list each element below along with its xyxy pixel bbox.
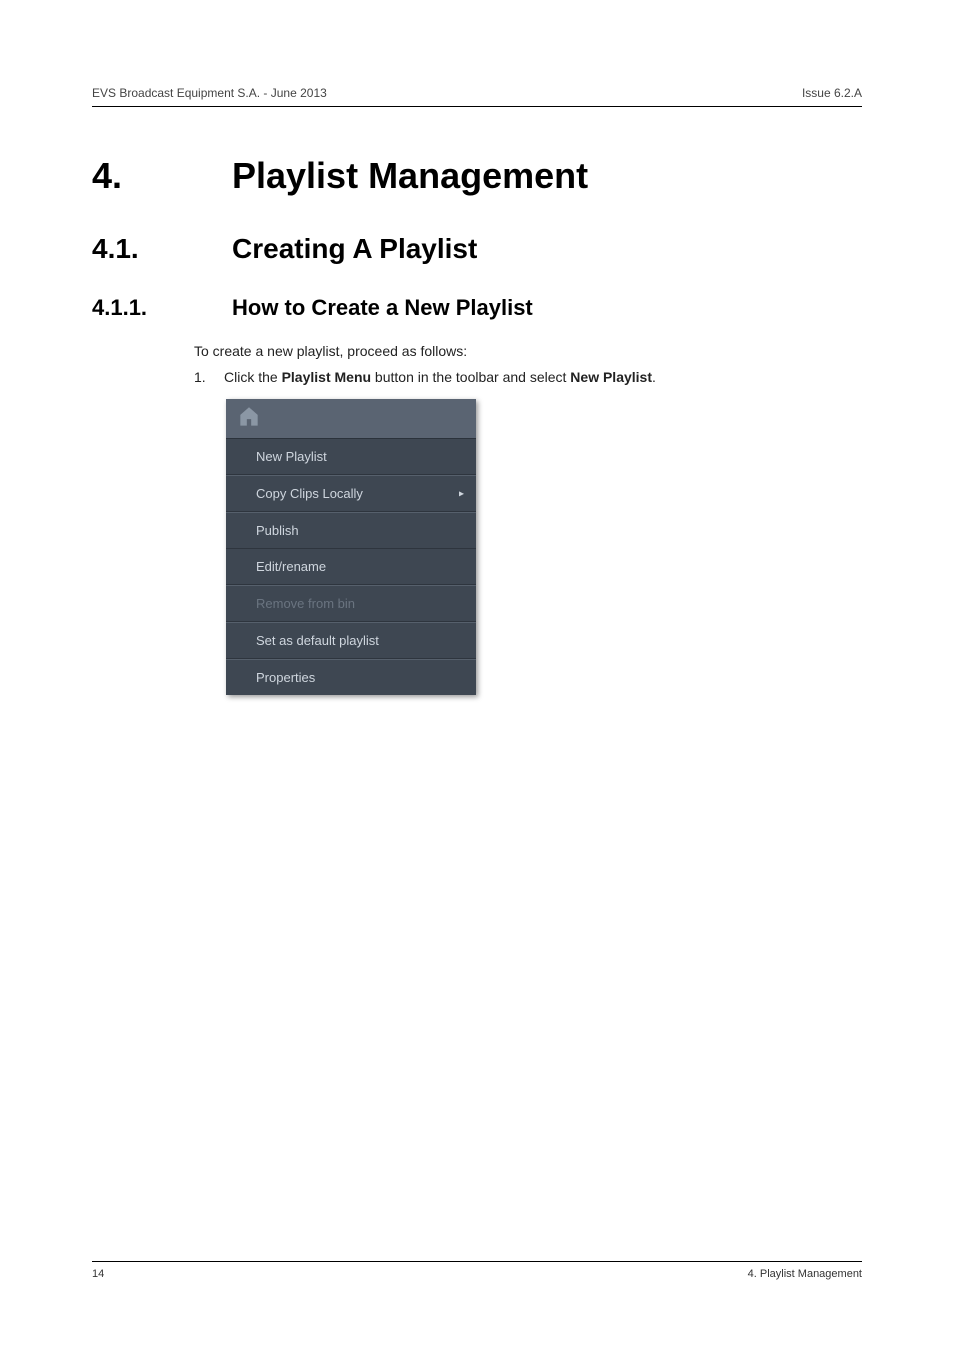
header-left: EVS Broadcast Equipment S.A. - June 2013: [92, 86, 327, 100]
heading-2: 4.1. Creating A Playlist: [92, 233, 862, 265]
menu-item-label: Copy Clips Locally: [256, 486, 363, 501]
menu-item-properties[interactable]: Properties: [226, 659, 476, 695]
step-1-mid: button in the toolbar and select: [371, 369, 570, 385]
step-1-num: 1.: [194, 369, 210, 385]
step-1: 1. Click the Playlist Menu button in the…: [194, 369, 862, 385]
menu-header-bar: [226, 399, 476, 439]
menu-item-set-as-default-playlist[interactable]: Set as default playlist: [226, 622, 476, 659]
playlist-menu-dropdown: New Playlist Copy Clips Locally Publish …: [226, 399, 476, 695]
step-1-text: Click the Playlist Menu button in the to…: [224, 369, 862, 385]
menu-item-label: Properties: [256, 670, 315, 685]
step-1-post: .: [652, 369, 656, 385]
heading-1-num: 4.: [92, 155, 184, 197]
heading-2-text: Creating A Playlist: [232, 233, 477, 265]
menu-item-remove-from-bin: Remove from bin: [226, 585, 476, 622]
heading-3: 4.1.1. How to Create a New Playlist: [92, 295, 862, 321]
page-header: EVS Broadcast Equipment S.A. - June 2013…: [92, 86, 862, 107]
intro-paragraph: To create a new playlist, proceed as fol…: [194, 343, 862, 359]
page-footer: 14 4. Playlist Management: [92, 1261, 862, 1280]
heading-1-text: Playlist Management: [232, 155, 588, 197]
menu-item-label: Set as default playlist: [256, 633, 379, 648]
step-1-pre: Click the: [224, 369, 282, 385]
menu-item-label: Publish: [256, 523, 299, 538]
heading-1: 4. Playlist Management: [92, 155, 862, 197]
menu-item-publish[interactable]: Publish: [226, 512, 476, 549]
heading-3-text: How to Create a New Playlist: [232, 295, 533, 321]
home-icon: [236, 404, 262, 433]
menu-item-label: Remove from bin: [256, 596, 355, 611]
menu-item-new-playlist[interactable]: New Playlist: [226, 439, 476, 475]
heading-2-num: 4.1.: [92, 233, 184, 265]
menu-item-copy-clips-locally[interactable]: Copy Clips Locally: [226, 475, 476, 512]
step-1-b1: Playlist Menu: [282, 369, 371, 385]
heading-3-num: 4.1.1.: [92, 295, 184, 321]
header-right: Issue 6.2.A: [802, 86, 862, 100]
page-number: 14: [92, 1268, 104, 1280]
footer-section: 4. Playlist Management: [748, 1268, 862, 1280]
menu-item-label: New Playlist: [256, 449, 327, 464]
menu-item-label: Edit/rename: [256, 559, 326, 574]
step-1-b2: New Playlist: [570, 369, 652, 385]
menu-item-edit-rename[interactable]: Edit/rename: [226, 549, 476, 585]
